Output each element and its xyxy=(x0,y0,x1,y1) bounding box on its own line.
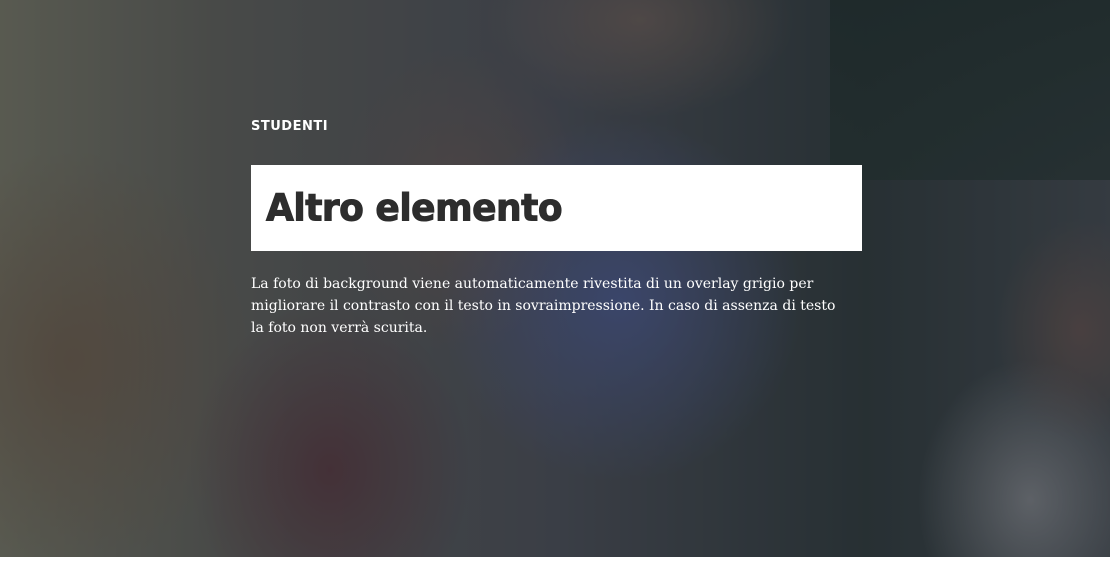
category-label[interactable]: STUDENTI xyxy=(251,118,862,138)
hero-content: STUDENTI Altro elemento La foto di backg… xyxy=(251,118,862,339)
bottom-divider xyxy=(0,557,1110,563)
hero-description: La foto di background viene automaticame… xyxy=(251,276,836,336)
title-box: Altro elemento xyxy=(251,165,862,251)
hero-banner: STUDENTI Altro elemento La foto di backg… xyxy=(0,0,1110,557)
page-title: Altro elemento xyxy=(265,186,563,230)
